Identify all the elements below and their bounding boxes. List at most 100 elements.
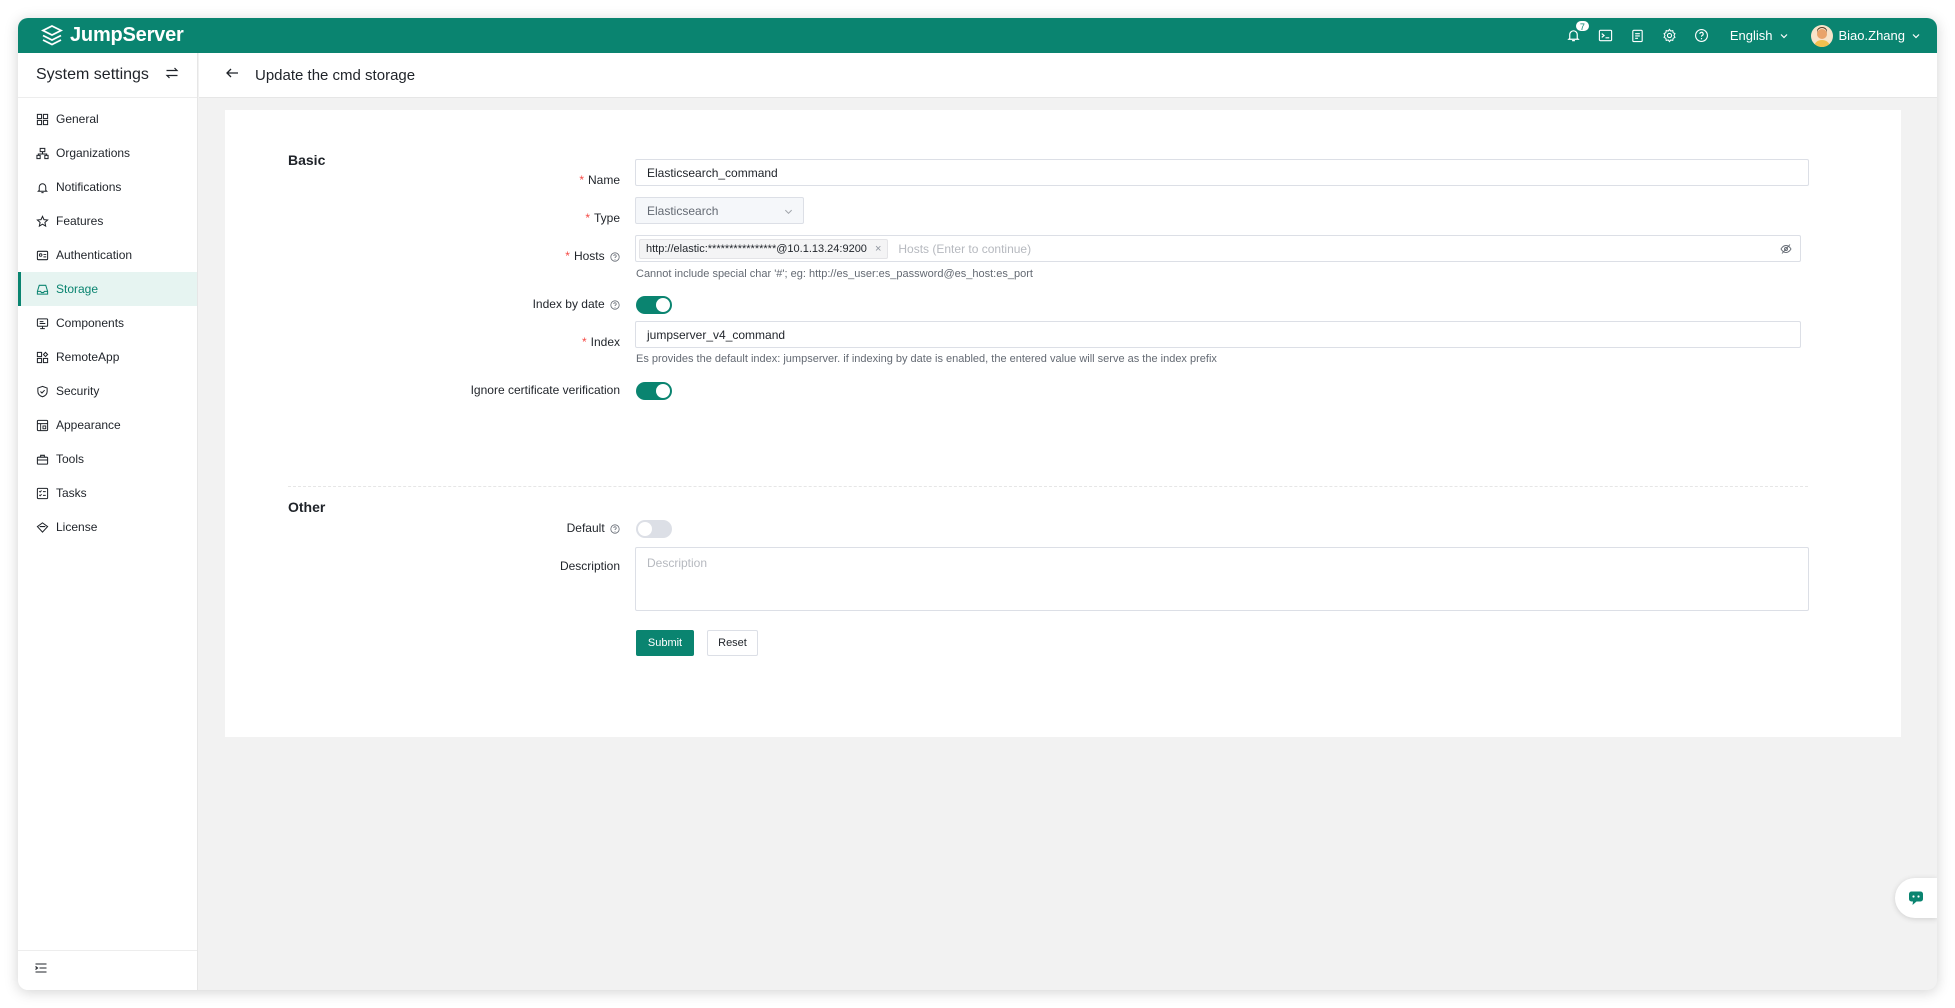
description-placeholder: Description bbox=[647, 556, 708, 570]
chevron-down-icon bbox=[1912, 33, 1920, 38]
description-textarea[interactable]: Description bbox=[635, 547, 1809, 611]
section-divider bbox=[288, 486, 1808, 487]
sidebar-item-tools[interactable]: Tools bbox=[18, 442, 197, 476]
gear-icon bbox=[1663, 28, 1676, 43]
language-selector[interactable]: English bbox=[1730, 28, 1789, 43]
sidebar-item-storage[interactable]: Storage bbox=[18, 272, 197, 306]
language-label: English bbox=[1729, 28, 1773, 43]
sidebar-item-label: Tools bbox=[56, 452, 85, 466]
sidebar-item-authentication[interactable]: Authentication bbox=[18, 238, 197, 272]
sidebar-item-features[interactable]: Features bbox=[18, 204, 197, 238]
name-input[interactable]: Elasticsearch_command bbox=[635, 159, 1809, 186]
back-button[interactable] bbox=[225, 66, 239, 85]
index-by-date-switch[interactable] bbox=[636, 296, 672, 314]
index-label: * Index bbox=[320, 335, 620, 349]
org-icon bbox=[36, 147, 49, 159]
description-label: Description bbox=[320, 559, 620, 573]
section-title-other: Other bbox=[288, 499, 326, 515]
user-avatar-icon bbox=[1813, 26, 1830, 47]
hosts-label: * Hosts bbox=[320, 249, 620, 265]
collapse-menu-icon bbox=[35, 963, 47, 973]
bell-icon bbox=[37, 182, 48, 193]
help-circle-icon bbox=[610, 524, 620, 534]
sidebar-item-remoteapp[interactable]: RemoteApp bbox=[18, 340, 197, 374]
brand-logo[interactable]: JumpServer bbox=[40, 24, 184, 48]
user-menu[interactable]: Biao.Zhang bbox=[1810, 24, 1922, 47]
sidebar-item-organizations[interactable]: Organizations bbox=[18, 136, 197, 170]
type-label-text: Type bbox=[593, 211, 620, 225]
default-label: Default bbox=[320, 521, 620, 537]
sidebar-item-tasks[interactable]: Tasks bbox=[18, 476, 197, 510]
palette-icon bbox=[36, 419, 49, 431]
help-button[interactable] bbox=[1686, 18, 1718, 53]
settings-button[interactable] bbox=[1654, 18, 1686, 53]
reset-button[interactable]: Reset bbox=[707, 630, 758, 656]
chat-assistant-button[interactable] bbox=[1895, 878, 1937, 918]
sidebar-item-label: RemoteApp bbox=[56, 350, 120, 364]
sidebar-item-label: Storage bbox=[56, 282, 99, 296]
sidebar-item-security[interactable]: Security bbox=[18, 374, 197, 408]
top-bar: JumpServer 7 English Biao.Zhang bbox=[18, 18, 1937, 53]
sidebar-header: System settings bbox=[18, 53, 197, 98]
sidebar-footer bbox=[18, 950, 197, 990]
page-title: Update the cmd storage bbox=[255, 66, 416, 84]
index-by-date-help[interactable] bbox=[610, 299, 620, 313]
terminal-button[interactable] bbox=[1590, 18, 1622, 53]
required-mark: * bbox=[579, 173, 584, 187]
sidebar-item-license[interactable]: License bbox=[18, 510, 197, 544]
switch-view-button[interactable] bbox=[165, 66, 179, 85]
submit-button[interactable]: Submit bbox=[636, 630, 694, 656]
sidebar-menu: General Organizations Notifications Feat… bbox=[18, 98, 197, 544]
tasks-icon bbox=[36, 487, 49, 499]
host-tag-value: http://elastic:****************@10.1.13.… bbox=[646, 242, 867, 255]
eye-off-icon bbox=[1780, 244, 1792, 254]
chevron-down-icon bbox=[784, 209, 793, 215]
hosts-placeholder: Hosts (Enter to continue) bbox=[898, 241, 1032, 256]
ignore-cert-label-text: Ignore certificate verification bbox=[470, 383, 620, 397]
sidebar-item-general[interactable]: General bbox=[18, 102, 197, 136]
terminal-icon bbox=[1599, 29, 1613, 42]
page-header: Update the cmd storage bbox=[199, 53, 1937, 98]
hosts-input[interactable]: http://elastic:****************@10.1.13.… bbox=[635, 235, 1801, 262]
hosts-label-text: Hosts bbox=[573, 249, 605, 263]
tickets-button[interactable] bbox=[1622, 18, 1654, 53]
ignore-cert-label: Ignore certificate verification bbox=[320, 383, 620, 397]
default-switch[interactable] bbox=[636, 520, 672, 538]
swap-icon bbox=[165, 67, 179, 78]
sidebar-item-label: Components bbox=[56, 316, 125, 330]
arrow-left-icon bbox=[226, 68, 238, 77]
index-input[interactable]: jumpserver_v4_command bbox=[635, 321, 1801, 348]
host-tag-remove-button[interactable]: × bbox=[875, 243, 881, 255]
toggle-visibility-button[interactable] bbox=[1780, 243, 1792, 258]
app-window: JumpServer 7 English Biao.Zhang System s… bbox=[18, 18, 1937, 990]
apps-icon bbox=[36, 351, 49, 363]
sidebar-item-label: Organizations bbox=[56, 146, 131, 160]
index-by-date-label: Index by date bbox=[320, 297, 620, 313]
hosts-help[interactable] bbox=[610, 251, 620, 265]
notifications-button[interactable]: 7 bbox=[1558, 18, 1590, 53]
jumpserver-logo-icon bbox=[40, 24, 64, 46]
monitor-icon bbox=[36, 317, 49, 329]
ignore-cert-switch[interactable] bbox=[636, 382, 672, 400]
type-label: * Type bbox=[320, 211, 620, 225]
type-value: Elasticsearch bbox=[647, 203, 719, 218]
name-value: Elasticsearch_command bbox=[647, 165, 778, 180]
default-label-text: Default bbox=[566, 521, 605, 535]
id-card-icon bbox=[36, 250, 49, 260]
type-select[interactable]: Elasticsearch bbox=[635, 197, 804, 224]
sidebar-item-label: Features bbox=[56, 214, 104, 228]
required-mark: * bbox=[585, 211, 590, 225]
sidebar-item-notifications[interactable]: Notifications bbox=[18, 170, 197, 204]
storage-icon bbox=[36, 284, 49, 295]
sidebar-item-components[interactable]: Components bbox=[18, 306, 197, 340]
help-circle-icon bbox=[610, 252, 620, 262]
sidebar-item-label: Notifications bbox=[56, 180, 122, 194]
license-icon bbox=[36, 521, 49, 533]
sidebar-item-appearance[interactable]: Appearance bbox=[18, 408, 197, 442]
collapse-sidebar-button[interactable] bbox=[34, 961, 48, 980]
sidebar-item-label: Security bbox=[56, 384, 100, 398]
sidebar-item-label: General bbox=[56, 112, 99, 126]
hosts-hint: Cannot include special char '#'; eg: htt… bbox=[636, 268, 1033, 280]
default-help[interactable] bbox=[610, 523, 620, 537]
brand-name: JumpServer bbox=[70, 24, 184, 46]
